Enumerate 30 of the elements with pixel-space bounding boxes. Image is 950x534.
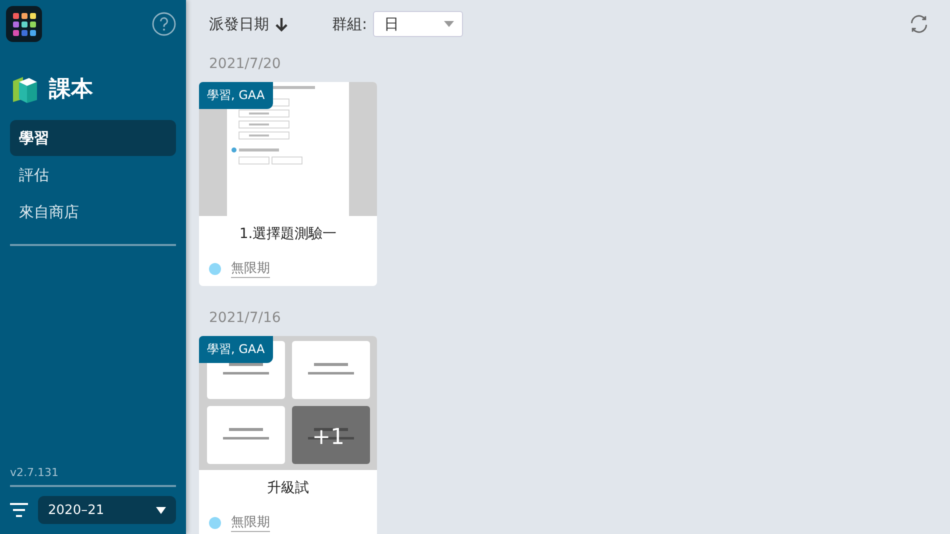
caret-icon bbox=[156, 506, 166, 514]
due-status: 無限期 bbox=[231, 259, 270, 278]
nav-item[interactable]: 來自商店 bbox=[10, 194, 176, 230]
arrow-down-icon bbox=[275, 16, 288, 32]
app-grid-icon[interactable] bbox=[6, 6, 42, 42]
nav-item[interactable]: 評估 bbox=[10, 157, 176, 193]
app-title: 課本 bbox=[49, 76, 93, 104]
help-icon[interactable] bbox=[152, 12, 176, 36]
group-dropdown[interactable]: 日 bbox=[373, 11, 464, 37]
assignment-card[interactable]: +1 學習, GAA 升級試 無限期 bbox=[199, 336, 377, 534]
year-dropdown[interactable]: 2020–21 bbox=[38, 496, 176, 524]
assignment-card[interactable]: 學習, GAA 1.選擇題測驗一 無限期 bbox=[199, 82, 377, 286]
refresh-icon[interactable] bbox=[908, 13, 930, 35]
filter-icon[interactable] bbox=[10, 503, 28, 517]
caret-icon bbox=[444, 21, 454, 27]
status-dot bbox=[209, 262, 221, 274]
date-heading: 2021/7/16 bbox=[209, 310, 282, 326]
card-title: 1.選擇題測驗一 bbox=[238, 225, 338, 243]
tag-badge: 學習, GAA bbox=[199, 336, 273, 363]
tag-badge: 學習, GAA bbox=[199, 82, 273, 109]
group-label: 群組: bbox=[332, 14, 368, 34]
more-count: +1 bbox=[312, 425, 344, 450]
sort-button[interactable]: 派發日期 bbox=[209, 14, 288, 34]
version-label: v2.7.131 bbox=[10, 466, 60, 479]
status-dot bbox=[209, 516, 221, 528]
book-icon bbox=[11, 75, 39, 103]
card-title: 升級試 bbox=[266, 479, 310, 497]
nav-item[interactable]: 學習 bbox=[10, 120, 176, 156]
date-heading: 2021/7/20 bbox=[209, 56, 282, 72]
due-status: 無限期 bbox=[231, 513, 270, 532]
